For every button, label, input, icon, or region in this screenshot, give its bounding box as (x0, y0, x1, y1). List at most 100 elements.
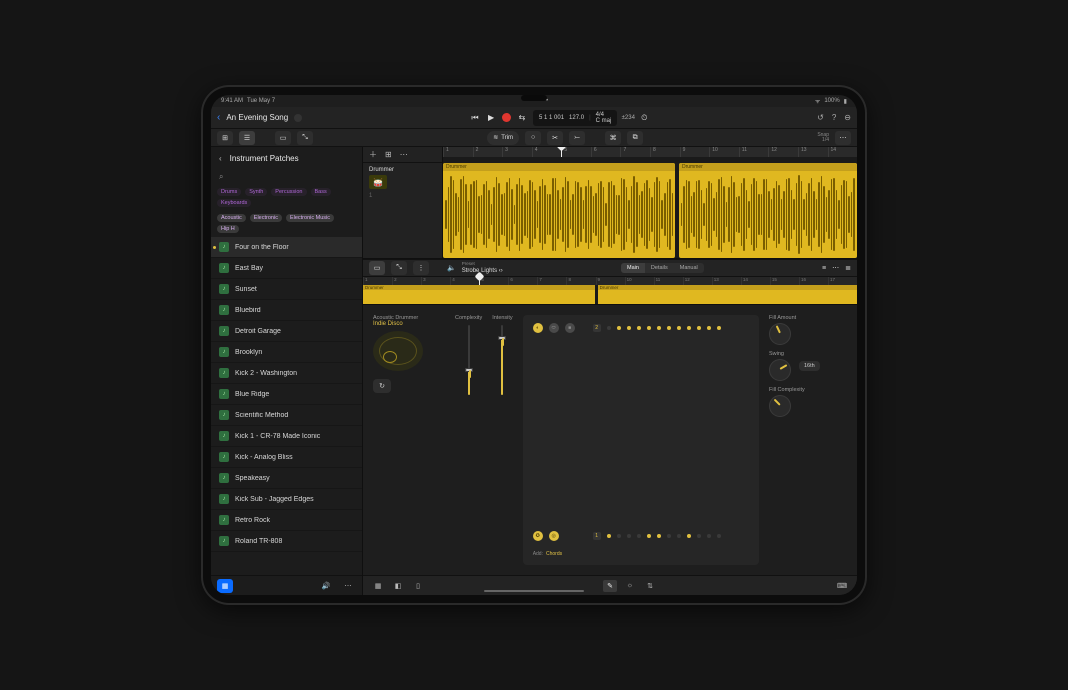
home-indicator[interactable] (484, 590, 584, 592)
miniregion-1[interactable]: Drummer (363, 285, 595, 304)
tag-percussion[interactable]: Percussion (271, 188, 306, 196)
cycle-button[interactable]: ⇆ (517, 113, 527, 123)
variation-badge-bottom[interactable]: 1 (593, 532, 601, 540)
tab-main[interactable]: Main (621, 263, 645, 273)
list-view-button[interactable]: ☰ (239, 131, 255, 145)
patch-item[interactable]: ♪Scientific Method (211, 405, 362, 426)
tab-manual[interactable]: Manual (674, 263, 704, 273)
patch-item[interactable]: ♪Kick 2 - Washington (211, 363, 362, 384)
patch-item[interactable]: ♪Kick Sub - Jagged Edges (211, 489, 362, 510)
editor-automation-button[interactable]: ⤡ (391, 261, 407, 275)
region-tool-button[interactable]: ▭ (275, 131, 291, 145)
mini-playhead[interactable] (479, 277, 480, 285)
patch-item[interactable]: ♪Sunset (211, 279, 362, 300)
patch-list[interactable]: ♪Four on the Floor ♪East Bay ♪Sunset ♪Bl… (211, 237, 362, 575)
patch-item[interactable]: ♪Detroit Garage (211, 321, 362, 342)
patch-item[interactable]: ♪Blue Ridge (211, 384, 362, 405)
arrange-grid[interactable]: 1234567891011121314 Drummer Drummer (443, 147, 857, 258)
fill-complexity-knob[interactable] (769, 395, 791, 417)
show-library-button[interactable]: ▦ (371, 580, 385, 592)
show-smart-button[interactable]: ☼ (623, 580, 637, 592)
project-title[interactable]: An Evening Song (226, 113, 288, 122)
lcd-display[interactable]: 5 1 1 001 127.0 | 4/4 C maj (533, 110, 617, 126)
show-inspector-button[interactable]: ▯ (411, 580, 425, 592)
patch-item[interactable]: ♪Brooklyn (211, 342, 362, 363)
editor-more-icon[interactable]: ⋯ (832, 264, 839, 272)
trim-pill[interactable]: ≋ Trim (487, 131, 519, 145)
grid-view-button[interactable]: ⊞ (217, 131, 233, 145)
back-button[interactable]: ‹ (217, 112, 220, 123)
tag-drums[interactable]: Drums (217, 188, 241, 196)
tag-electronic[interactable]: Electronic (250, 214, 282, 222)
project-menu-icon[interactable] (294, 114, 302, 122)
tab-details[interactable]: Details (645, 263, 674, 273)
perc-icon[interactable]: ■ (565, 323, 575, 333)
shuffle-style-button[interactable]: ↻ (373, 379, 391, 393)
move-button[interactable]: ⌘ (605, 131, 621, 145)
add-chords-toggle[interactable]: Chords (546, 551, 562, 557)
complexity-slider[interactable] (468, 325, 470, 395)
history-icon[interactable]: ↺ (817, 113, 824, 122)
tag-synth[interactable]: Synth (245, 188, 267, 196)
cymbal-icon[interactable]: ◐ (533, 323, 543, 333)
snap-setting[interactable]: Snap 1/4 (817, 133, 829, 143)
patch-item[interactable]: ♪Four on the Floor (211, 237, 362, 258)
tag-hiphop[interactable]: Hip H (217, 225, 239, 233)
copy-button[interactable]: ⧉ (627, 131, 643, 145)
search-icon[interactable]: ⌕ (219, 172, 223, 182)
tag-bass[interactable]: Bass (311, 188, 331, 196)
intensity-slider[interactable] (501, 325, 503, 395)
region-drummer-2[interactable]: Drummer (679, 163, 857, 258)
editor-filter-icon[interactable]: ≡ (822, 265, 826, 272)
volume-icon[interactable]: 🔊 (318, 579, 334, 593)
patch-item[interactable]: ♪East Bay (211, 258, 362, 279)
kick-ribbon-icon[interactable]: ✪ (533, 531, 543, 541)
join-button[interactable]: ⤚ (569, 131, 585, 145)
track-filter-button[interactable]: ⊞ (385, 150, 392, 159)
show-channel-button[interactable]: ◧ (391, 580, 405, 592)
region-drummer-1[interactable]: Drummer (443, 163, 675, 258)
miniregion-2[interactable]: Drummer (598, 285, 857, 304)
settings-icon[interactable]: ⊖ (844, 113, 851, 122)
show-mixer-button[interactable]: ⇅ (643, 580, 657, 592)
preset-picker[interactable]: Preset Strobe Lights ‹› (462, 262, 503, 274)
loop-tool-button[interactable]: ○ (525, 131, 541, 145)
editor-region-button[interactable]: ▭ (369, 261, 385, 275)
patch-item[interactable]: ♪Kick 1 - CR-78 Made Iconic (211, 426, 362, 447)
add-track-button[interactable]: ＋ (369, 149, 377, 160)
drum-kit-graphic[interactable] (373, 331, 423, 371)
patch-item[interactable]: ♪Kick - Analog Bliss (211, 447, 362, 468)
snare-icon[interactable]: ◎ (549, 531, 559, 541)
patch-item[interactable]: ♪Speakeasy (211, 468, 362, 489)
bar-ruler[interactable]: 1234567891011121314 (443, 147, 857, 157)
patch-item[interactable]: ♪Bluebird (211, 300, 362, 321)
editor-menu-icon[interactable]: ≣ (845, 264, 851, 272)
automation-tool-button[interactable]: ⤡ (297, 131, 313, 145)
scissors-button[interactable]: ✂ (547, 131, 563, 145)
tag-electronic-music[interactable]: Electronic Music (286, 214, 334, 222)
swing-knob[interactable] (769, 359, 791, 381)
metronome-icon[interactable]: ⏲ (639, 113, 649, 123)
patch-item[interactable]: ♪Roland TR-808 (211, 531, 362, 552)
track-header[interactable]: Drummer 🥁 1 (363, 163, 442, 203)
drummer-style[interactable]: Indie Disco (373, 321, 445, 327)
playhead[interactable] (561, 147, 562, 157)
show-editor-button[interactable]: ✎ (603, 580, 617, 592)
sidebar-back-button[interactable]: ‹ (219, 154, 222, 163)
swing-resolution[interactable]: 16th (799, 361, 820, 371)
tuning-value[interactable]: ±234 (623, 113, 633, 123)
more-arrange-button[interactable]: ⋯ (835, 131, 851, 145)
footer-more-button[interactable]: ⋯ (340, 579, 356, 593)
tom-icon[interactable]: ⬭ (549, 323, 559, 333)
blue-footer-button[interactable]: ▦ (217, 579, 233, 593)
fill-amount-knob[interactable] (769, 323, 791, 345)
show-keyboard-button[interactable]: ⌨ (835, 580, 849, 592)
tag-keyboards[interactable]: Keyboards (217, 199, 251, 207)
editor-tabs[interactable]: Main Details Manual (621, 263, 704, 273)
region-overview[interactable]: 1234567891011121314151617 Drummer Drumme… (363, 277, 857, 305)
help-icon[interactable]: ? (832, 113, 836, 122)
variation-badge-top[interactable]: 2 (593, 324, 601, 332)
play-button[interactable]: ▶ (486, 113, 496, 123)
tag-acoustic[interactable]: Acoustic (217, 214, 246, 222)
track-more-button[interactable]: ⋯ (400, 150, 408, 159)
